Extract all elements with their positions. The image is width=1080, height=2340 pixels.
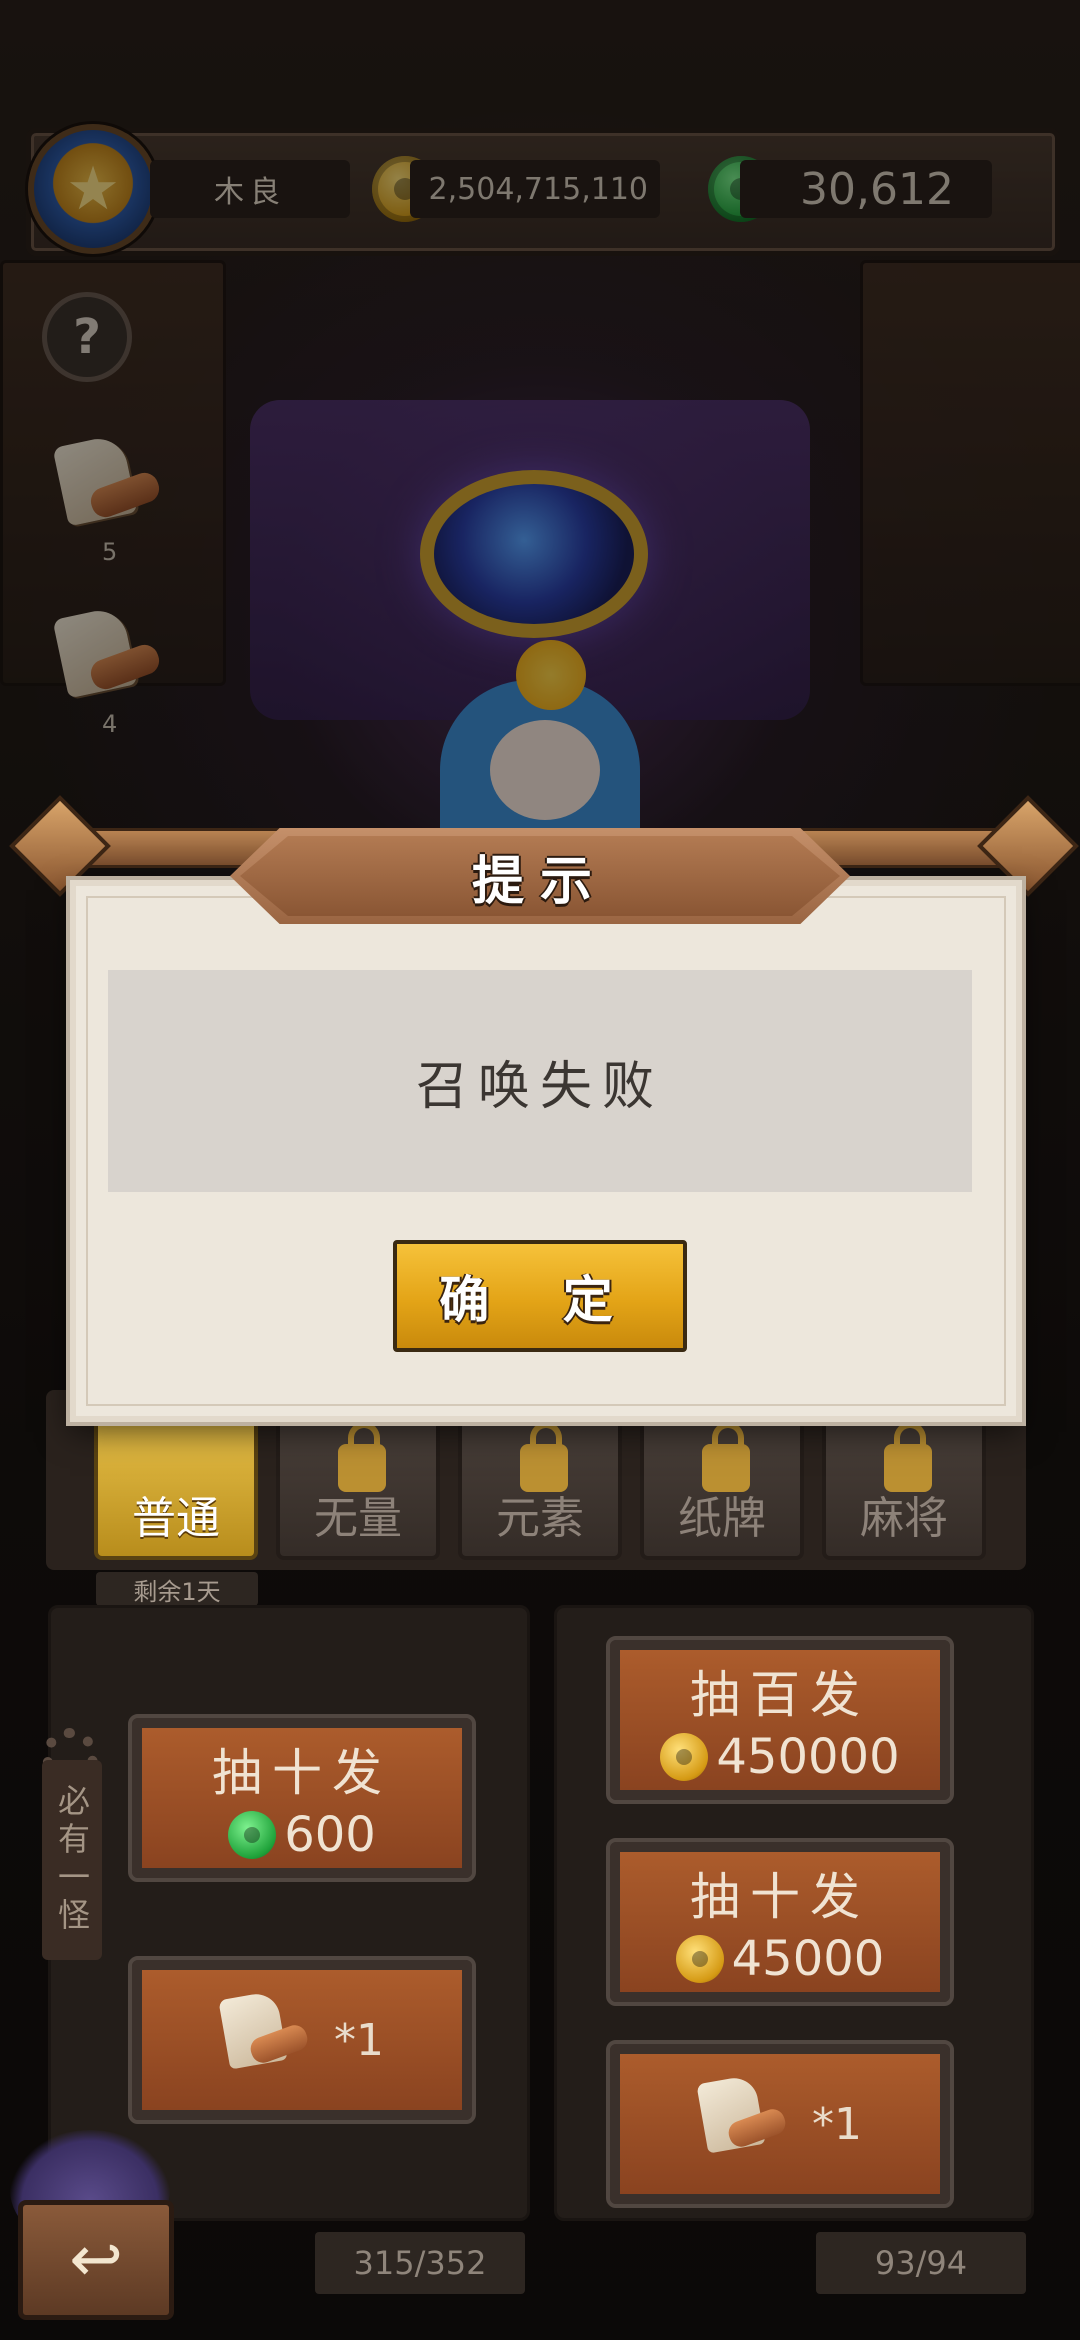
jade-coin-icon xyxy=(228,1811,277,1859)
tab-cards[interactable]: 纸牌 xyxy=(640,1410,804,1560)
guarantee-label: 必有一怪 xyxy=(42,1760,102,1960)
back-button[interactable]: ↩ xyxy=(18,2200,174,2320)
left-counter: 315/352 xyxy=(315,2232,525,2294)
tab-element[interactable]: 元素 xyxy=(458,1410,622,1560)
gold-scroll-icon xyxy=(696,2074,789,2169)
gold-coin-icon xyxy=(675,1935,724,1983)
back-arrow-icon: ↩ xyxy=(69,2223,123,2297)
confirm-button[interactable]: 确 定 xyxy=(393,1240,687,1352)
lock-icon xyxy=(520,1422,568,1492)
button-label: 抽百发 xyxy=(690,1666,870,1724)
tab-label: 普通 xyxy=(132,1493,220,1544)
gold-coin-icon xyxy=(660,1733,709,1781)
scroll-multiplier: *1 xyxy=(812,2098,862,2150)
cost-value: 45000 xyxy=(731,1931,885,1987)
dialog-message: 召唤失败 xyxy=(108,970,972,1192)
right-counter: 93/94 xyxy=(816,2232,1026,2294)
scroll-multiplier: *1 xyxy=(334,2014,384,2066)
draw-ten-gold-button[interactable]: 抽十发 45000 xyxy=(606,1838,954,2006)
lock-icon xyxy=(702,1422,750,1492)
cost-value: 600 xyxy=(284,1807,376,1863)
left-panel xyxy=(48,1605,530,2221)
draw-hundred-gold-button[interactable]: 抽百发 450000 xyxy=(606,1636,954,1804)
lock-icon xyxy=(884,1422,932,1492)
scroll-draw-gold-button[interactable]: *1 xyxy=(606,2040,954,2208)
button-label: 抽十发 xyxy=(690,1868,870,1926)
remaining-time: 剩余1天 xyxy=(96,1572,258,1606)
scroll-draw-jade-button[interactable]: *1 xyxy=(128,1956,476,2124)
lock-icon xyxy=(338,1422,386,1492)
button-label: 抽十发 xyxy=(212,1744,392,1802)
dialog-title: 提示 xyxy=(471,851,608,912)
tab-normal[interactable]: 普通 xyxy=(94,1410,258,1560)
draw-ten-jade-button[interactable]: 抽十发 600 xyxy=(128,1714,476,1882)
jade-scroll-icon xyxy=(218,1990,311,2085)
tab-wuliang[interactable]: 无量 xyxy=(276,1410,440,1560)
cost-value: 450000 xyxy=(716,1729,900,1785)
tab-mahjong[interactable]: 麻将 xyxy=(822,1410,986,1560)
